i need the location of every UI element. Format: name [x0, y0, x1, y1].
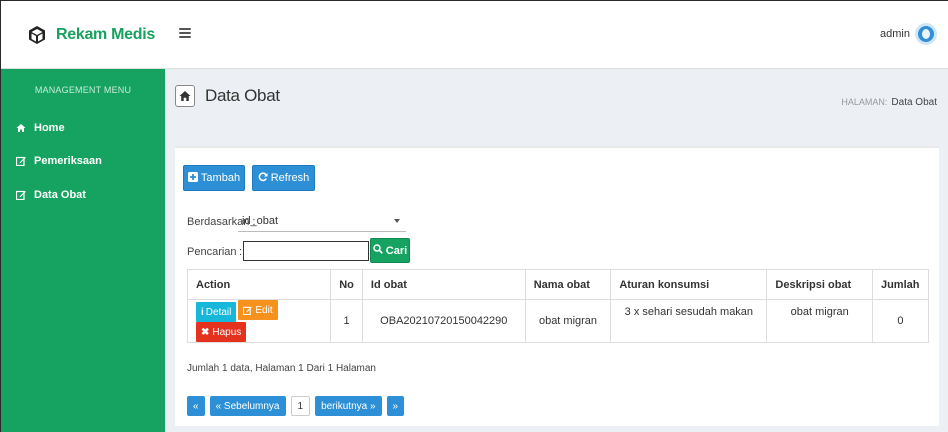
search-icon [373, 244, 383, 257]
chevron-down-icon [394, 219, 400, 223]
close-icon: ✖ [201, 326, 210, 338]
page-header: Data Obat [175, 85, 280, 107]
home-icon [16, 123, 26, 133]
column-header: Id obat [361, 269, 526, 300]
edit-button[interactable]: Edit [238, 300, 278, 320]
next-page-button[interactable]: berikutnya » [315, 396, 382, 416]
breadcrumb-label: HALAMAN: [841, 97, 888, 107]
plus-square-icon [187, 171, 198, 185]
first-page-button[interactable]: « [187, 396, 205, 416]
refresh-icon [258, 171, 268, 185]
info-icon: i [201, 306, 204, 318]
top-navbar: Rekam Medis admin [1, 1, 948, 69]
column-header: Aturan konsumsi [610, 269, 768, 300]
cell-no: 1 [330, 299, 363, 343]
main-content: Data Obat HALAMAN: Data Obat Tambah Refre… [165, 69, 948, 432]
sidebar-item-label: Pemeriksaan [34, 155, 102, 167]
breadcrumb: HALAMAN: Data Obat [841, 97, 937, 108]
sidebar-item-data-obat[interactable]: Data Obat [16, 189, 86, 201]
cell-aturan-konsumsi: 3 x sehari sesudah makan [610, 299, 768, 343]
action-cell: i Detail Edit ✖ Hapus [186, 299, 332, 343]
column-header: Nama obat [524, 269, 612, 300]
sidebar-item-label: Home [34, 122, 65, 134]
avatar[interactable] [915, 23, 937, 45]
sidebar: MANAGEMENT MENU Home Pemeriksaan Data Ob… [1, 69, 165, 432]
filter-by-value: id_obat [242, 215, 279, 227]
delete-button-label: Hapus [212, 326, 242, 338]
edit-icon [16, 190, 26, 200]
detail-button-label: Detail [205, 306, 232, 318]
breadcrumb-current[interactable]: Data Obat [891, 97, 937, 108]
refresh-button-label: Refresh [270, 172, 310, 184]
brand[interactable]: Rekam Medis [1, 1, 165, 69]
user-name: admin [880, 28, 910, 40]
pagination: « « Sebelumnya 1 berikutnya » » [187, 396, 409, 416]
edit-button-label: Edit [255, 304, 273, 316]
detail-button[interactable]: i Detail [196, 302, 237, 322]
sidebar-title: MANAGEMENT MENU [34, 85, 132, 95]
cell-jumlah: 0 [871, 299, 930, 343]
filter-by-select[interactable]: id_obat [238, 211, 406, 232]
search-label-separator: : [239, 246, 243, 258]
content-box: Tambah Refresh Berdasarkan : id_obat Pen… [175, 146, 939, 426]
brand-name: Rekam Medis [56, 26, 155, 43]
search-button-label: Cari [385, 244, 408, 257]
user-menu[interactable]: admin [880, 23, 937, 45]
search-button[interactable]: Cari [370, 238, 410, 263]
last-page-button[interactable]: » [386, 396, 405, 416]
refresh-button[interactable]: Refresh [252, 165, 315, 191]
search-label: Pencarian [187, 246, 237, 258]
cell-nama-obat: obat migran [524, 299, 612, 343]
cell-id-obat: OBA20210720150042290 [361, 299, 526, 343]
column-header: Action [186, 269, 332, 300]
search-input[interactable] [243, 241, 369, 261]
page-title: Data Obat [205, 86, 280, 105]
column-header: No [330, 269, 363, 300]
sidebar-item-label: Data Obat [34, 189, 86, 201]
menu-toggle-icon[interactable] [179, 27, 191, 39]
sidebar-item-pemeriksaan[interactable]: Pemeriksaan [16, 155, 102, 167]
summary-text: Jumlah 1 data, Halaman 1 Dari 1 Halaman [187, 363, 376, 374]
app-window: Rekam Medis admin MANAGEMENT MENU Home P… [0, 0, 948, 432]
add-button-label: Tambah [200, 172, 241, 184]
home-icon [175, 85, 195, 107]
table-header-row: Action No Id obat Nama obat Aturan konsu… [186, 269, 930, 300]
edit-icon [16, 156, 26, 166]
previous-page-button[interactable]: « Sebelumnya [209, 396, 286, 416]
column-header: Deskripsi obat [766, 269, 873, 300]
data-table: Action No Id obat Nama obat Aturan konsu… [186, 269, 930, 343]
edit-icon [243, 306, 253, 315]
table-row: i Detail Edit ✖ Hapus 1 OBA2021072015004… [186, 299, 930, 343]
column-header: Jumlah [871, 269, 930, 300]
current-page-button[interactable]: 1 [290, 396, 311, 416]
delete-button[interactable]: ✖ Hapus [196, 322, 247, 342]
cell-deskripsi-obat: obat migran [766, 299, 873, 343]
add-button[interactable]: Tambah [183, 165, 245, 191]
sidebar-item-home[interactable]: Home [16, 122, 65, 134]
cube-logo-icon [29, 26, 45, 44]
